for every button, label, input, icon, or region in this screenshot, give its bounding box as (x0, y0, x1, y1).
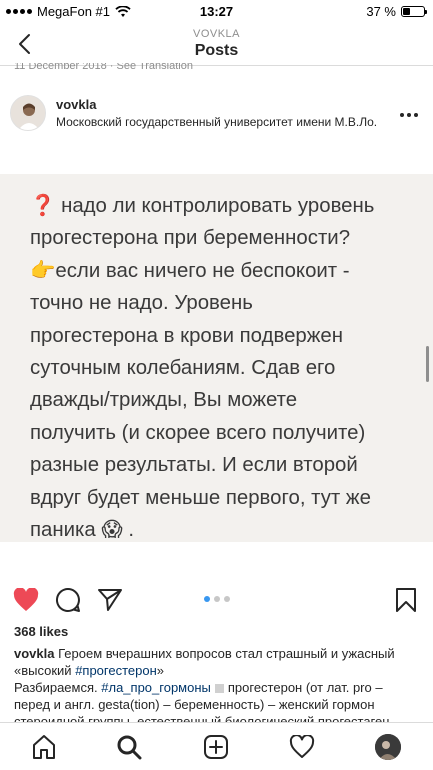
scrollbar[interactable] (426, 346, 429, 382)
caption-fragment: » (156, 663, 165, 678)
previous-post-caption: 11 December 2018 · See Translation (14, 63, 193, 71)
caption-fragment: Героем вчерашних вопросов стал страшный … (58, 646, 395, 661)
carousel-indicator (0, 596, 433, 602)
bookmark-icon (396, 588, 416, 612)
bottom-tab-bar (0, 722, 433, 770)
tab-search[interactable] (115, 733, 143, 761)
tab-new-post[interactable] (202, 733, 230, 761)
caption-line: Разбираемся. #ла_про_гормоны прогестерон … (14, 679, 422, 696)
post-text-line: вдруг будет меньше первого, тут же (30, 486, 371, 509)
search-icon (117, 735, 142, 760)
save-button[interactable] (392, 586, 420, 614)
caption-fragment: Разбираемся. (14, 680, 102, 695)
nav-subtitle: VOVKLA (192, 28, 241, 40)
carousel-dot (203, 596, 210, 602)
profile-avatar-icon (375, 734, 401, 760)
post-text-line: прогестерона в крови подвержен (30, 324, 343, 347)
post-text-line: паника 😱 . (30, 514, 415, 546)
square-emoji-icon (214, 684, 224, 694)
battery-icon (401, 6, 427, 17)
pointing-hand-emoji-icon: 👉 (30, 259, 56, 282)
add-post-icon (204, 735, 228, 759)
post-text-line: точно не надо. Уровень (30, 292, 253, 315)
scream-emoji-icon: 😱 (101, 519, 123, 542)
post-location[interactable]: Московский государственный университет и… (56, 115, 376, 129)
caption-line: vovkla Героем вчерашних вопросов стал ст… (14, 645, 422, 662)
post-image-text: ❓ надо ли контролировать уровень прогест… (30, 190, 415, 546)
status-bar: MegaFon #1 13:27 37 % (0, 0, 433, 22)
nav-header: VOVKLA Posts (0, 22, 433, 66)
avatar[interactable] (10, 95, 46, 131)
post-text-line: дважды/трижды, Вы можете (30, 389, 298, 412)
post-text-line: разные результаты. И если второй (30, 454, 358, 477)
post-text-line: прогестерона при беременности? (30, 227, 351, 250)
post-text-fragment: паника (30, 519, 96, 542)
post-text-fragment: надо ли контролировать уровень (61, 195, 375, 217)
caption-fragment: «высокий (14, 663, 76, 678)
caption-line: «высокий #прогестерон» (14, 662, 422, 679)
carousel-dot (213, 596, 220, 602)
post-text-line: ❓ надо ли контролировать уровень (30, 190, 415, 222)
page-title: Posts (194, 42, 239, 59)
post-text-line: суточным колебаниям. Сдав его (30, 357, 336, 380)
caption-fragment: прогестерон (от лат. pro – (227, 680, 383, 695)
more-icon (400, 113, 418, 117)
avatar-image (11, 96, 45, 130)
more-options-button[interactable] (399, 105, 419, 121)
likes-count[interactable]: 368 likes (14, 624, 68, 639)
battery-percent: 37 % (366, 4, 396, 19)
post-text-line: получить (и скорее всего получите) (30, 421, 366, 444)
tab-home[interactable] (30, 733, 58, 761)
tab-profile[interactable] (374, 733, 402, 761)
post-username[interactable]: vovkla (56, 97, 96, 112)
hashtag-link[interactable]: #прогестерон (75, 663, 157, 678)
post-image[interactable]: ❓ надо ли контролировать уровень прогест… (0, 174, 433, 542)
post-text-fragment: . (128, 519, 135, 542)
post-actions (0, 582, 433, 618)
post-text-line: 👉если вас ничего не беспокоит - (30, 255, 415, 287)
hashtag-link[interactable]: #ла_про_гормоны (101, 680, 211, 695)
battery-level (403, 8, 411, 15)
caption-line: перед и англ. gesta(tion) – беременность… (14, 697, 375, 712)
caption-author[interactable]: vovkla (14, 646, 54, 661)
tab-activity[interactable] (288, 733, 316, 761)
question-emoji-icon: ❓ (30, 195, 56, 217)
carousel-dot (223, 596, 230, 602)
heart-outline-icon (289, 735, 315, 758)
post-caption: vovkla Героем вчерашних вопросов стал ст… (14, 645, 422, 730)
battery-group: 37 % (366, 4, 427, 19)
post-text-fragment: если вас ничего не беспокоит - (55, 259, 350, 282)
home-icon (33, 735, 55, 759)
post-header: vovkla Московский государственный универ… (0, 93, 433, 137)
